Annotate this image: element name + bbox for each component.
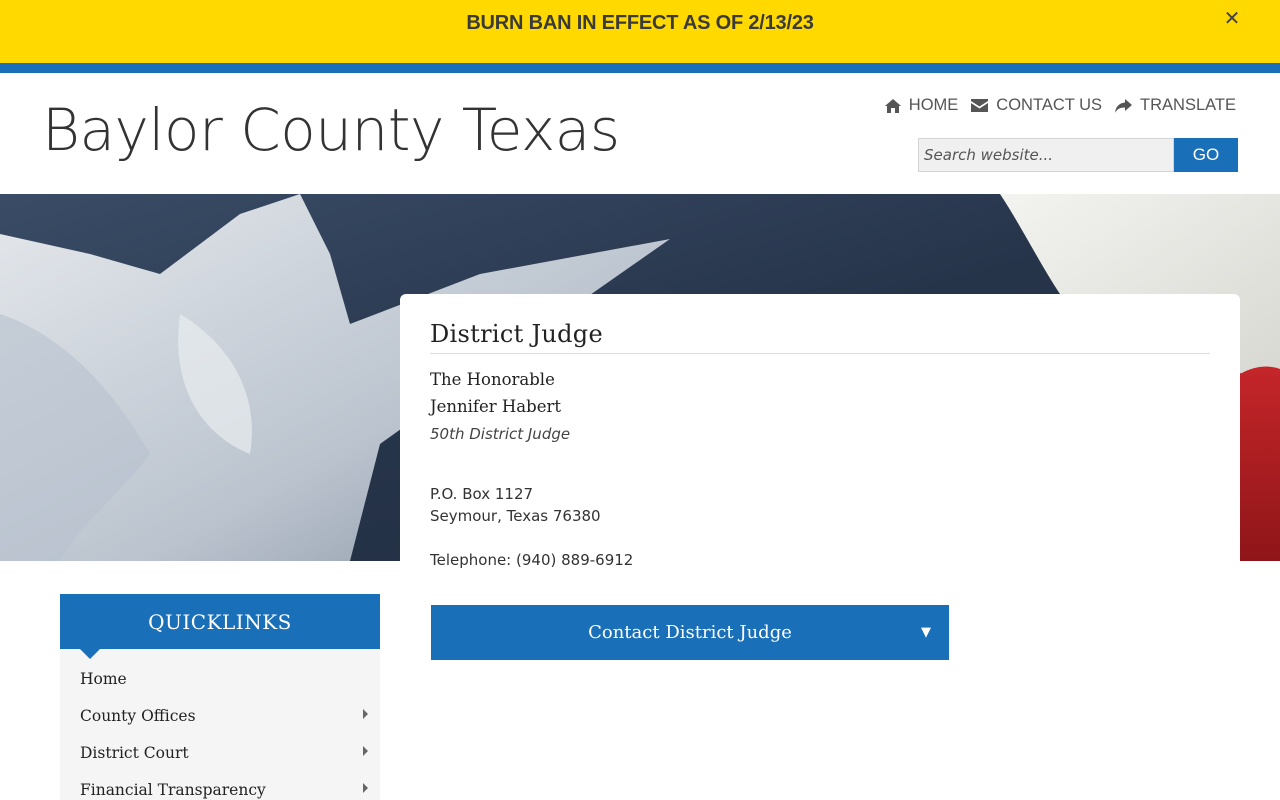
search-go-button[interactable]: GO xyxy=(1174,138,1238,172)
page-title: District Judge xyxy=(430,320,1210,354)
quicklink-financial-transparency[interactable]: Financial Transparency xyxy=(60,781,380,800)
quicklink-label: District Court xyxy=(80,744,189,762)
search-input[interactable] xyxy=(918,138,1174,172)
quicklink-district-court[interactable]: District Court xyxy=(60,744,380,781)
quicklink-label: Home xyxy=(80,670,127,688)
content-card: District Judge The Honorable Jennifer Ha… xyxy=(400,294,1240,800)
close-icon[interactable]: ✕ xyxy=(1220,6,1244,30)
judge-name: Jennifer Habert xyxy=(430,397,561,416)
search-form: GO xyxy=(918,138,1238,172)
quicklinks-sidebar: QUICKLINKS Home County Offices District … xyxy=(60,594,380,800)
contact-button-label: Contact District Judge xyxy=(588,622,792,643)
quicklinks-header: QUICKLINKS xyxy=(60,594,380,659)
envelope-icon xyxy=(971,99,989,112)
nav-home-label: HOME xyxy=(908,96,959,114)
alert-banner: BURN BAN IN EFFECT AS OF 2/13/23 ✕ xyxy=(0,0,1280,63)
site-title[interactable]: Baylor County Texas xyxy=(42,96,620,164)
chevron-right-icon xyxy=(363,746,368,756)
share-arrow-icon xyxy=(1115,98,1133,113)
contact-district-judge-button[interactable]: Contact District Judge ▼ xyxy=(431,605,949,660)
chevron-right-icon xyxy=(363,783,368,793)
caret-down-icon: ▼ xyxy=(921,625,931,640)
alert-text: BURN BAN IN EFFECT AS OF 2/13/23 xyxy=(466,12,814,34)
quicklinks-list: Home County Offices District Court Finan… xyxy=(60,649,380,800)
address-line-2: Seymour, Texas 76380 xyxy=(430,507,601,525)
quicklink-county-offices[interactable]: County Offices xyxy=(60,707,380,744)
header-notch xyxy=(80,649,100,659)
home-icon xyxy=(884,98,901,113)
quicklink-label: County Offices xyxy=(80,707,196,725)
quicklink-home[interactable]: Home xyxy=(60,670,380,707)
nav-contact-link[interactable]: CONTACT US xyxy=(970,96,1102,115)
chevron-right-icon xyxy=(363,709,368,719)
top-nav: HOME CONTACT US TRANSLATE xyxy=(884,96,1236,115)
quicklink-label: Financial Transparency xyxy=(80,781,266,799)
quicklinks-title: QUICKLINKS xyxy=(148,609,292,634)
address-line-1: P.O. Box 1127 xyxy=(430,485,534,503)
nav-contact-label: CONTACT US xyxy=(996,96,1103,114)
header-divider-bar xyxy=(0,63,1280,73)
judge-role: 50th District Judge xyxy=(430,425,571,443)
nav-translate-link[interactable]: TRANSLATE xyxy=(1114,96,1236,115)
nav-home-link[interactable]: HOME xyxy=(884,96,959,115)
honorific: The Honorable xyxy=(430,370,555,389)
telephone: Telephone: (940) 889-6912 xyxy=(430,551,634,569)
nav-translate-label: TRANSLATE xyxy=(1140,96,1236,114)
